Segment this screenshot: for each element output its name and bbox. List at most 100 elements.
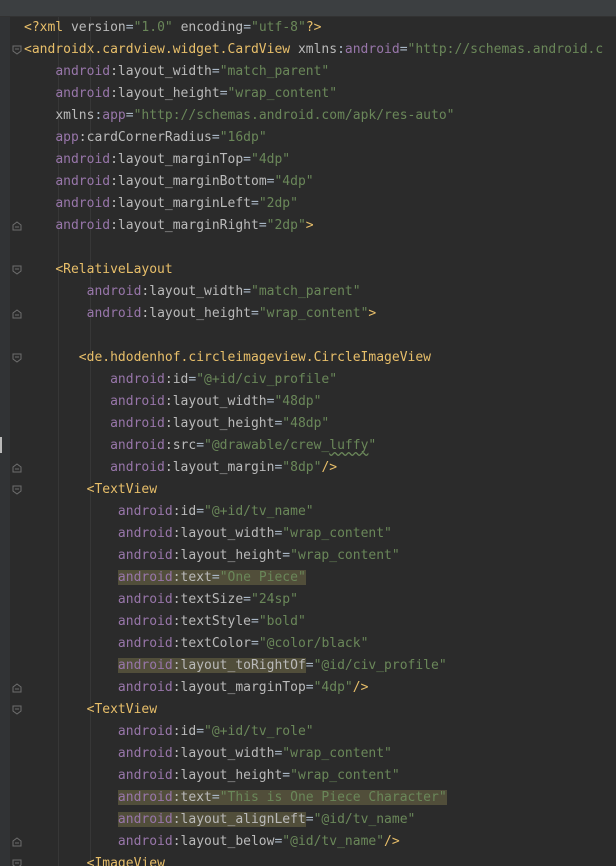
code-token: > <box>368 306 377 321</box>
code-line[interactable]: <androidx.cardview.widget.CardView xmlns… <box>24 39 616 61</box>
code-line[interactable]: <ImageView <box>24 853 616 866</box>
code-token: :layout_width <box>110 64 212 79</box>
code-token: :layout_height <box>110 86 220 101</box>
code-token: android <box>117 658 173 673</box>
code-token: "1.0" <box>133 20 173 35</box>
code-line[interactable]: android:layout_height="wrap_content"> <box>24 303 616 325</box>
code-token: <de.hdodenhof.circleimageview.CircleImag… <box>78 350 431 365</box>
code-token: /> <box>352 680 369 695</box>
code-line[interactable]: android:textColor="@color/black" <box>24 633 616 655</box>
code-editor[interactable]: <?xml version="1.0" encoding="utf-8"?> <a… <box>0 0 616 866</box>
code-line[interactable]: android:layout_marginLeft="2dp" <box>24 193 616 215</box>
code-token: :textSize <box>172 592 244 607</box>
fold-open-icon[interactable] <box>12 265 22 275</box>
code-line[interactable] <box>24 237 616 259</box>
code-line[interactable]: android:id="@+id/civ_profile" <box>24 369 616 391</box>
code-line[interactable]: android:layout_marginBottom="4dp" <box>24 171 616 193</box>
code-line[interactable]: xmlns:app="http://schemas.android.com/ap… <box>24 105 616 127</box>
fold-open-icon[interactable] <box>12 485 22 495</box>
code-line[interactable]: android:textStyle="bold" <box>24 611 616 633</box>
code-line[interactable]: <TextView <box>24 699 616 721</box>
code-token: "@color/black" <box>258 636 369 651</box>
code-token: :layout_height <box>172 548 283 563</box>
fold-column[interactable] <box>10 17 24 866</box>
code-line[interactable]: android:id="@+id/tv_name" <box>24 501 616 523</box>
code-line[interactable]: <?xml version="1.0" encoding="utf-8"?> <box>24 17 616 39</box>
code-area[interactable]: <?xml version="1.0" encoding="utf-8"?> <a… <box>24 17 616 866</box>
code-token: :id <box>172 724 197 739</box>
code-token: = <box>399 42 408 57</box>
fold-open-icon[interactable] <box>12 353 22 363</box>
code-token: <TextView <box>86 702 158 717</box>
code-token: /> <box>321 460 338 475</box>
fold-open-icon[interactable] <box>12 705 22 715</box>
fold-end-icon[interactable] <box>12 221 22 231</box>
code-line[interactable]: android:text="One Piece" <box>24 567 616 589</box>
fold-end-icon[interactable] <box>12 309 22 319</box>
code-token: "4dp" <box>274 174 314 189</box>
fold-open-icon[interactable] <box>12 859 22 866</box>
code-line[interactable]: android:layout_marginRight="2dp"> <box>24 215 616 237</box>
code-token: = <box>282 548 291 563</box>
code-line[interactable]: android:layout_marginTop="4dp" <box>24 149 616 171</box>
code-token: android <box>55 174 111 189</box>
code-token: "@drawable/crew_ <box>204 438 330 453</box>
code-token: "@+id/tv_name" <box>204 504 314 519</box>
code-line[interactable]: android:layout_width="match_parent" <box>24 61 616 83</box>
code-line[interactable]: android:layout_margin="8dp"/> <box>24 457 616 479</box>
code-token: android <box>86 306 142 321</box>
code-token: android <box>110 438 165 453</box>
code-token: android <box>117 592 173 607</box>
code-line[interactable]: android:layout_height="wrap_content" <box>24 545 616 567</box>
fold-end-icon[interactable] <box>12 463 22 473</box>
code-line[interactable]: android:layout_below="@id/tv_name"/> <box>24 831 616 853</box>
code-line[interactable]: android:id="@+id/tv_role" <box>24 721 616 743</box>
code-line[interactable]: <RelativeLayout <box>24 259 616 281</box>
code-line[interactable]: android:layout_width="match_parent" <box>24 281 616 303</box>
fold-end-icon[interactable] <box>12 683 22 693</box>
code-token: :layout_marginTop <box>172 680 306 695</box>
fold-open-icon[interactable] <box>12 45 22 55</box>
code-line[interactable]: android:textSize="24sp" <box>24 589 616 611</box>
code-line[interactable]: android:text="This is One Piece Characte… <box>24 787 616 809</box>
code-line[interactable]: app:cardCornerRadius="16dp" <box>24 127 616 149</box>
code-token: = <box>125 20 134 35</box>
code-line[interactable]: <de.hdodenhof.circleimageview.CircleImag… <box>24 347 616 369</box>
code-token: "http://schemas.android.com/apk/res-auto… <box>133 108 455 123</box>
code-token: = <box>196 438 205 453</box>
code-line[interactable]: android:src="@drawable/crew_luffy" <box>24 435 616 457</box>
code-token: :cardCornerRadius <box>78 130 212 145</box>
code-line[interactable]: <TextView <box>24 479 616 501</box>
code-token: = <box>243 152 251 167</box>
code-line[interactable] <box>24 325 616 347</box>
code-token: version <box>70 20 126 35</box>
code-line[interactable]: android:layout_width="wrap_content" <box>24 523 616 545</box>
code-line[interactable]: android:layout_height="wrap_content" <box>24 83 616 105</box>
code-line[interactable]: android:layout_width="wrap_content" <box>24 743 616 765</box>
code-token: :layout_marginRight <box>110 218 259 233</box>
code-token: "bold" <box>258 614 306 629</box>
code-token: :layout_height <box>164 416 275 431</box>
code-token: :layout_width <box>141 284 244 299</box>
code-token: " <box>368 438 377 453</box>
code-line[interactable]: android:layout_marginTop="4dp"/> <box>24 677 616 699</box>
code-line[interactable]: android:layout_height="wrap_content" <box>24 765 616 787</box>
code-token: "48dp" <box>282 416 330 431</box>
code-token: :layout_height <box>141 306 251 321</box>
code-token: "wrap_content" <box>290 768 400 783</box>
code-line[interactable]: android:layout_alignLeft="@id/tv_name" <box>24 809 616 831</box>
code-line[interactable]: android:layout_height="48dp" <box>24 413 616 435</box>
code-line[interactable]: android:layout_toRightOf="@id/civ_profil… <box>24 655 616 677</box>
code-token: <ImageView <box>86 856 165 866</box>
code-token: "wrap_content" <box>227 86 338 101</box>
code-line[interactable]: android:layout_width="48dp" <box>24 391 616 413</box>
code-token: android <box>55 196 111 211</box>
fold-end-icon[interactable] <box>12 837 22 847</box>
